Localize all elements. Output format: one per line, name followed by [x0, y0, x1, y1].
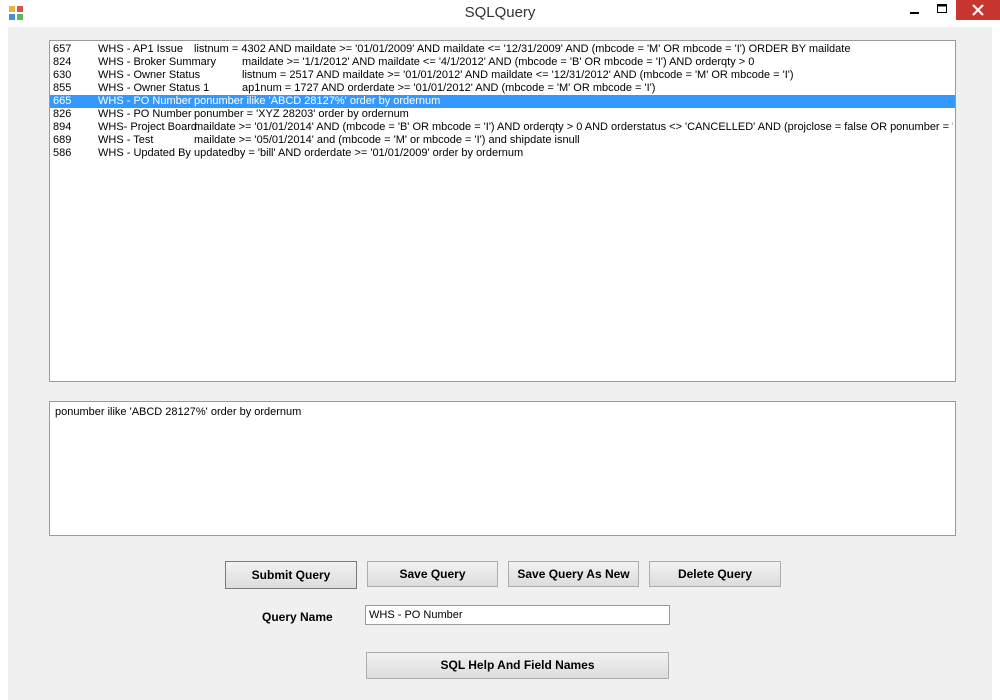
query-text-content: ponumber ilike 'ABCD 28127%' order by or…: [55, 406, 302, 418]
query-name: WHS - Owner Status: [98, 69, 201, 81]
minimize-icon: [910, 12, 919, 14]
close-icon: [972, 4, 984, 16]
query-list-row[interactable]: 630 WHS - Owner Status listnum = 2517 AND …: [50, 69, 955, 82]
query-name: WHS - Broker Summary: [98, 56, 216, 68]
query-id: 689: [53, 134, 72, 146]
query-name: WHS - Owner Status 1: [98, 82, 210, 94]
query-list-row[interactable]: 894 WHS- Project Board maildate >= '01/01/…: [50, 121, 955, 134]
query-list-row[interactable]: 689 WHS - Test maildate >= '05/01/2014' an…: [50, 134, 955, 147]
query-id: 586: [53, 147, 72, 159]
query-list-row[interactable]: 657 WHS - AP1 Issue listnum = 4302 AND mai…: [50, 43, 955, 56]
save-query-as-new-button[interactable]: Save Query As New: [508, 561, 639, 587]
maximize-button[interactable]: [928, 0, 956, 20]
submit-query-button[interactable]: Submit Query: [225, 561, 357, 589]
query-name: WHS- Project Board: [98, 121, 198, 133]
delete-query-button[interactable]: Delete Query: [649, 561, 781, 587]
query-id: 657: [53, 43, 72, 55]
query-name-label: Query Name: [262, 610, 333, 624]
minimize-button[interactable]: [905, 0, 925, 20]
query-sql: listnum = 2517 AND maildate >= '01/01/20…: [242, 69, 794, 81]
window-title: SQLQuery: [464, 4, 536, 21]
query-sql: maildate >= '1/1/2012' AND maildate <= '…: [242, 56, 755, 68]
query-sql: maildate >= '05/01/2014' and (mbcode = '…: [194, 134, 580, 146]
query-id: 630: [53, 69, 72, 81]
maximize-icon: [937, 4, 947, 13]
close-button[interactable]: [956, 0, 1000, 20]
sqlquery-window: SQLQuery 657 WHS - AP1 Issue listnum = 430…: [0, 0, 1000, 700]
title-bar[interactable]: SQLQuery: [0, 0, 1000, 27]
query-name: WHS - Updated By: [98, 147, 191, 159]
query-id: 826: [53, 108, 72, 120]
query-name: WHS - Test: [98, 134, 154, 146]
query-name: WHS - PO Number: [98, 95, 192, 107]
query-list-row[interactable]: 855 WHS - Owner Status 1 ap1num = 1727 AND…: [50, 82, 955, 95]
query-sql: listnum = 4302 AND maildate >= '01/01/20…: [194, 43, 851, 55]
query-list-row[interactable]: 665 WHS - PO Number ponumber ilike 'ABCD 2…: [50, 95, 955, 108]
query-name-input[interactable]: WHS - PO Number: [365, 605, 670, 625]
query-text-editor[interactable]: ponumber ilike 'ABCD 28127%' order by or…: [49, 401, 956, 536]
sql-help-button[interactable]: SQL Help And Field Names: [366, 652, 669, 679]
query-id: 665: [53, 95, 72, 107]
query-sql: ponumber = 'XYZ 28203' order by ordernum: [194, 108, 409, 120]
query-sql: maildate >= '01/01/2014' AND (mbcode = '…: [194, 121, 953, 133]
query-list-row[interactable]: 826 WHS - PO Number ponumber = 'XYZ 28203'…: [50, 108, 955, 121]
query-id: 894: [53, 121, 72, 133]
query-id: 855: [53, 82, 72, 94]
query-name: WHS - PO Number: [98, 108, 192, 120]
query-sql: ap1num = 1727 AND orderdate >= '01/01/20…: [242, 82, 656, 94]
query-sql: ponumber ilike 'ABCD 28127%' order by or…: [194, 95, 441, 107]
query-name: WHS - AP1 Issue: [98, 43, 183, 55]
saved-queries-list[interactable]: 657 WHS - AP1 Issue listnum = 4302 AND mai…: [49, 40, 956, 382]
query-sql: updatedby = 'bill' AND orderdate >= '01/…: [194, 147, 524, 159]
query-list-row[interactable]: 586 WHS - Updated By updatedby = 'bill' AN…: [50, 147, 955, 160]
query-list-row[interactable]: 824 WHS - Broker Summary maildate >= '1/1/…: [50, 56, 955, 69]
query-id: 824: [53, 56, 72, 68]
save-query-button[interactable]: Save Query: [367, 561, 498, 587]
